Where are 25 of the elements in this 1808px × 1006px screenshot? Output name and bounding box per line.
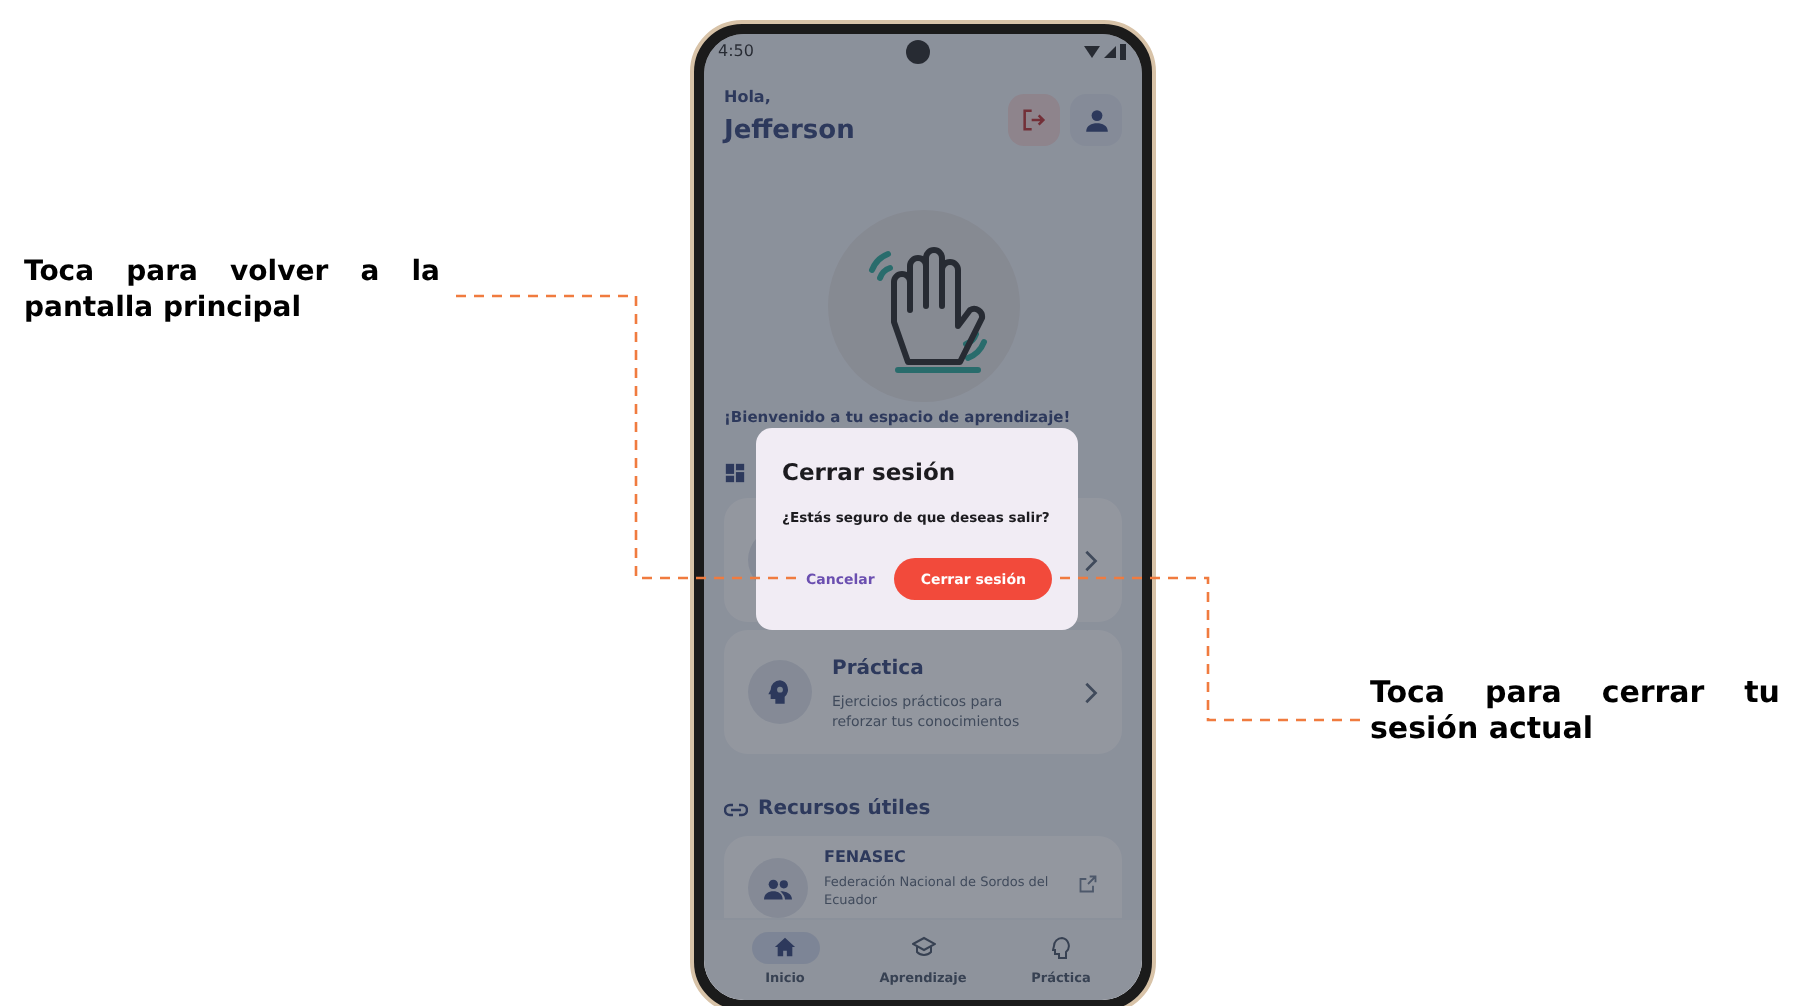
logout-icon bbox=[1020, 106, 1048, 134]
camera-icon bbox=[906, 40, 931, 64]
annotation-text: Toca para volver a la pantalla principal bbox=[24, 254, 440, 326]
status-time: 4:50 bbox=[718, 40, 754, 64]
annotation-text: Toca para cerrar tu sesión actual bbox=[1370, 674, 1780, 746]
card-title: Práctica bbox=[832, 655, 926, 684]
user-name: Jefferson bbox=[724, 114, 855, 150]
greeting-text: Hola, bbox=[724, 86, 773, 110]
signal-icons bbox=[1084, 44, 1128, 60]
section-title: Recursos útiles bbox=[758, 796, 931, 825]
dialog-title: Cerrar sesión bbox=[782, 456, 958, 490]
external-link-icon bbox=[1078, 874, 1098, 895]
head-icon bbox=[1051, 935, 1071, 960]
home-icon bbox=[774, 936, 796, 959]
people-icon bbox=[764, 877, 792, 900]
profile-button[interactable] bbox=[1070, 94, 1122, 146]
chevron-icon bbox=[1082, 681, 1098, 704]
dashboard-icon bbox=[724, 462, 746, 485]
graduation-cap-icon bbox=[911, 936, 935, 959]
chevron-icon bbox=[1082, 549, 1098, 572]
resource-title: FENASEC bbox=[824, 846, 908, 871]
link-icon bbox=[724, 801, 748, 818]
person-icon bbox=[1083, 107, 1109, 133]
head-icon bbox=[766, 678, 794, 707]
logout-button[interactable] bbox=[1008, 94, 1060, 146]
